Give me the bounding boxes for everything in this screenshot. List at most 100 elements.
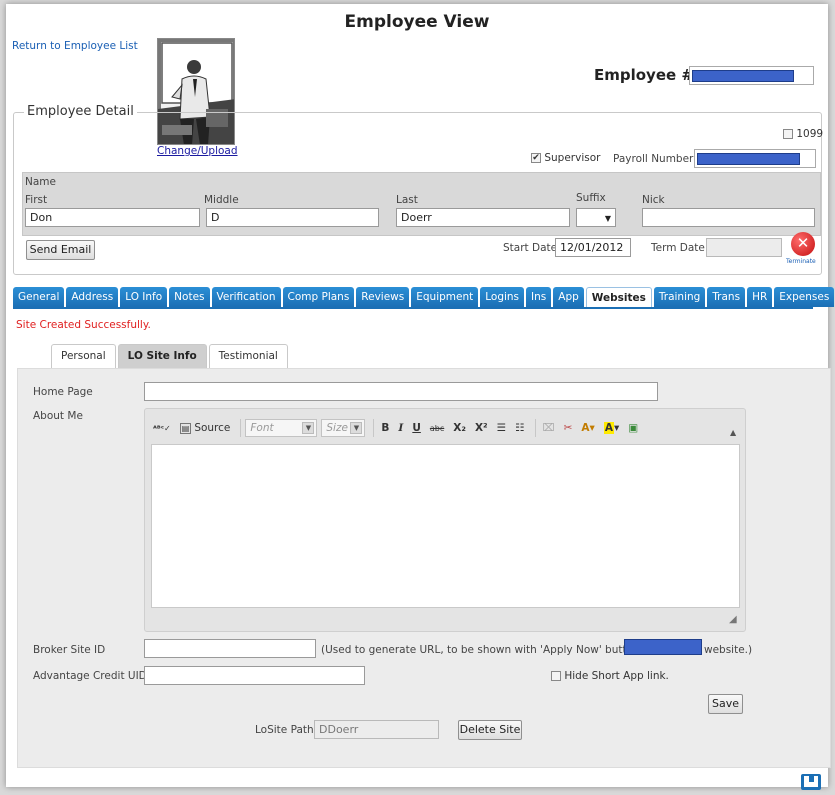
toolbar-separator — [240, 419, 242, 437]
broker-site-note-post: website.) — [704, 644, 753, 656]
bold-icon[interactable]: B — [378, 418, 392, 438]
employee-view-page: Employee View Return to Employee List Ch… — [6, 4, 835, 790]
suffix-select[interactable]: ▼ — [576, 208, 616, 227]
home-page-label: Home Page — [33, 386, 93, 398]
remove-format-icon[interactable]: ⌧ — [540, 418, 558, 438]
subtab-personal[interactable]: Personal — [51, 344, 116, 368]
return-to-list-link[interactable]: Return to Employee List — [12, 40, 138, 52]
hide-short-app-checkbox[interactable] — [551, 671, 561, 681]
middle-name-label: Middle — [204, 194, 239, 206]
tab-comp-plans[interactable]: Comp Plans — [282, 287, 355, 307]
source-label: Source — [194, 422, 231, 434]
italic-icon[interactable]: I — [395, 418, 406, 438]
subtab-testimonial[interactable]: Testimonial — [208, 344, 288, 368]
start-date-input[interactable]: 12/01/2012 — [555, 238, 631, 257]
employee-number-field[interactable] — [689, 66, 814, 85]
last-name-label: Last — [396, 194, 418, 206]
tab-training[interactable]: Training — [653, 287, 706, 307]
page-title: Employee View — [344, 12, 490, 32]
start-date-label: Start Date — [503, 242, 558, 254]
font-combo[interactable]: Font ▼ — [245, 419, 318, 437]
supervisor-group: Supervisor — [531, 152, 600, 164]
superscript-icon[interactable]: X² — [472, 418, 491, 438]
checkbox-1099[interactable] — [783, 129, 793, 139]
tab-lo-info[interactable]: LO Info — [120, 287, 168, 307]
tab-notes[interactable]: Notes — [169, 287, 210, 307]
first-name-input[interactable]: Don — [25, 208, 200, 227]
about-me-label: About Me — [33, 410, 83, 422]
numbered-list-icon[interactable]: ☰ — [494, 418, 509, 438]
tab-general[interactable]: General — [13, 287, 65, 307]
hide-short-app-label: Hide Short App link. — [564, 670, 669, 682]
middle-name-input[interactable]: D — [206, 208, 379, 227]
size-combo[interactable]: Size ▼ — [321, 419, 366, 437]
tab-address[interactable]: Address — [66, 287, 119, 307]
checkbox-1099-label: 1099 — [796, 128, 824, 140]
broker-site-id-label: Broker Site ID — [33, 644, 106, 656]
last-name-input[interactable]: Doerr — [396, 208, 570, 227]
tabs-underline — [13, 307, 813, 309]
chevron-down-icon: ▼ — [302, 422, 315, 434]
supervisor-checkbox[interactable] — [531, 153, 541, 163]
losite-path-input: DDoerr — [314, 720, 439, 739]
tab-reviews[interactable]: Reviews — [356, 287, 410, 307]
save-icon[interactable] — [801, 774, 821, 790]
tab-websites[interactable]: Websites — [585, 287, 652, 307]
save-button[interactable]: Save — [708, 694, 743, 714]
first-name-label: First — [25, 194, 48, 206]
tab-ins[interactable]: Ins — [526, 287, 552, 307]
spellcheck-icon[interactable]: ᴬᴮᶜ✓ — [150, 418, 174, 438]
paste-icon[interactable]: ✂ — [561, 418, 576, 438]
payroll-number-label: Payroll Number — [613, 153, 694, 165]
collapse-toolbar-icon[interactable]: ▲ — [730, 428, 736, 437]
tab-expenses[interactable]: Expenses — [774, 287, 835, 307]
tab-verification[interactable]: Verification — [211, 287, 281, 307]
subscript-icon[interactable]: X₂ — [450, 418, 469, 438]
chevron-down-icon: ▼ — [604, 214, 611, 223]
tab-logins[interactable]: Logins — [480, 287, 525, 307]
about-me-editor-area[interactable] — [151, 444, 740, 608]
supervisor-label: Supervisor — [544, 152, 601, 164]
suffix-label: Suffix — [576, 192, 606, 204]
underline-icon[interactable]: U — [409, 418, 424, 438]
resize-grip-icon[interactable]: ◢ — [729, 614, 737, 625]
losite-path-label: LoSite Path: — [255, 724, 318, 736]
term-date-label: Term Date — [651, 242, 705, 254]
main-tabs: General Address LO Info Notes Verificati… — [13, 287, 835, 307]
subtab-lo-site-info[interactable]: LO Site Info — [117, 344, 207, 368]
hide-short-app-group: Hide Short App link. — [551, 670, 669, 682]
terminate-icon[interactable]: ✕ — [791, 232, 815, 256]
source-icon: ▤ — [179, 422, 192, 434]
terminate-label[interactable]: Terminate — [786, 258, 816, 265]
tab-trans[interactable]: Trans — [707, 287, 746, 307]
redacted-value — [692, 70, 794, 82]
name-section-label: Name — [25, 176, 56, 188]
text-color-icon[interactable]: A▾ — [578, 418, 597, 438]
send-email-button[interactable]: Send Email — [26, 240, 95, 260]
bg-color-icon[interactable]: A ▾ — [601, 418, 622, 438]
strikethrough-icon[interactable]: abc — [427, 418, 447, 438]
chevron-down-icon: ▼ — [350, 422, 363, 434]
source-button[interactable]: ▤ Source — [177, 418, 234, 438]
success-message: Site Created Successfully. — [16, 319, 151, 331]
tab-equipment[interactable]: Equipment — [411, 287, 479, 307]
nick-name-input[interactable] — [642, 208, 815, 227]
term-date-input — [706, 238, 782, 257]
tab-app[interactable]: App — [553, 287, 584, 307]
delete-site-button[interactable]: Delete Site — [458, 720, 522, 740]
tab-hr[interactable]: HR — [747, 287, 773, 307]
checkbox-1099-group: 1099 — [783, 128, 823, 140]
broker-site-id-input[interactable] — [144, 639, 316, 658]
image-icon[interactable]: ▣ — [625, 418, 641, 438]
editor-toolbar: ᴬᴮᶜ✓ ▤ Source Font ▼ Size ▼ B I U abc X₂… — [150, 415, 644, 441]
toolbar-separator — [373, 419, 375, 437]
redacted-value — [697, 153, 800, 165]
advantage-credit-input[interactable] — [144, 666, 365, 685]
redacted-company-name — [624, 639, 702, 655]
home-page-input[interactable] — [144, 382, 658, 401]
bulleted-list-icon[interactable]: ☷ — [512, 418, 527, 438]
size-combo-placeholder: Size — [326, 422, 348, 434]
employee-number-label: Employee # — [594, 66, 694, 84]
sub-tabs: Personal LO Site Info Testimonial — [51, 344, 290, 368]
payroll-number-field[interactable] — [694, 149, 816, 168]
